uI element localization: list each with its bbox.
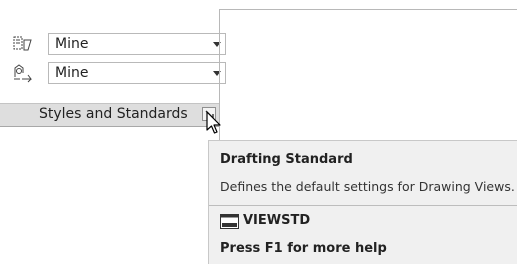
command-line-icon — [220, 214, 239, 229]
tooltip-title: Drafting Standard — [220, 152, 353, 167]
drawing-view-style-icon[interactable] — [12, 34, 34, 54]
tooltip: Drafting Standard Defines the default se… — [208, 140, 517, 264]
drawing-view-style-combo[interactable]: Mine — [48, 33, 226, 55]
mouse-pointer-icon — [206, 111, 222, 139]
standard-style-value: Mine — [55, 65, 89, 81]
tooltip-help: Press F1 for more help — [220, 241, 387, 256]
drawing-view-style-value: Mine — [55, 36, 89, 52]
standard-style-combo[interactable]: Mine — [48, 62, 226, 84]
tooltip-command: VIEWSTD — [243, 213, 311, 228]
tooltip-divider — [209, 205, 517, 206]
panel-title: Styles and Standards — [39, 106, 188, 122]
panel-title-bar: Styles and Standards — [0, 103, 219, 127]
standard-style-icon[interactable] — [12, 63, 34, 83]
tooltip-description: Defines the default settings for Drawing… — [220, 179, 515, 194]
styles-and-standards-panel: Mine Mine Styles and Standards — [0, 0, 226, 263]
